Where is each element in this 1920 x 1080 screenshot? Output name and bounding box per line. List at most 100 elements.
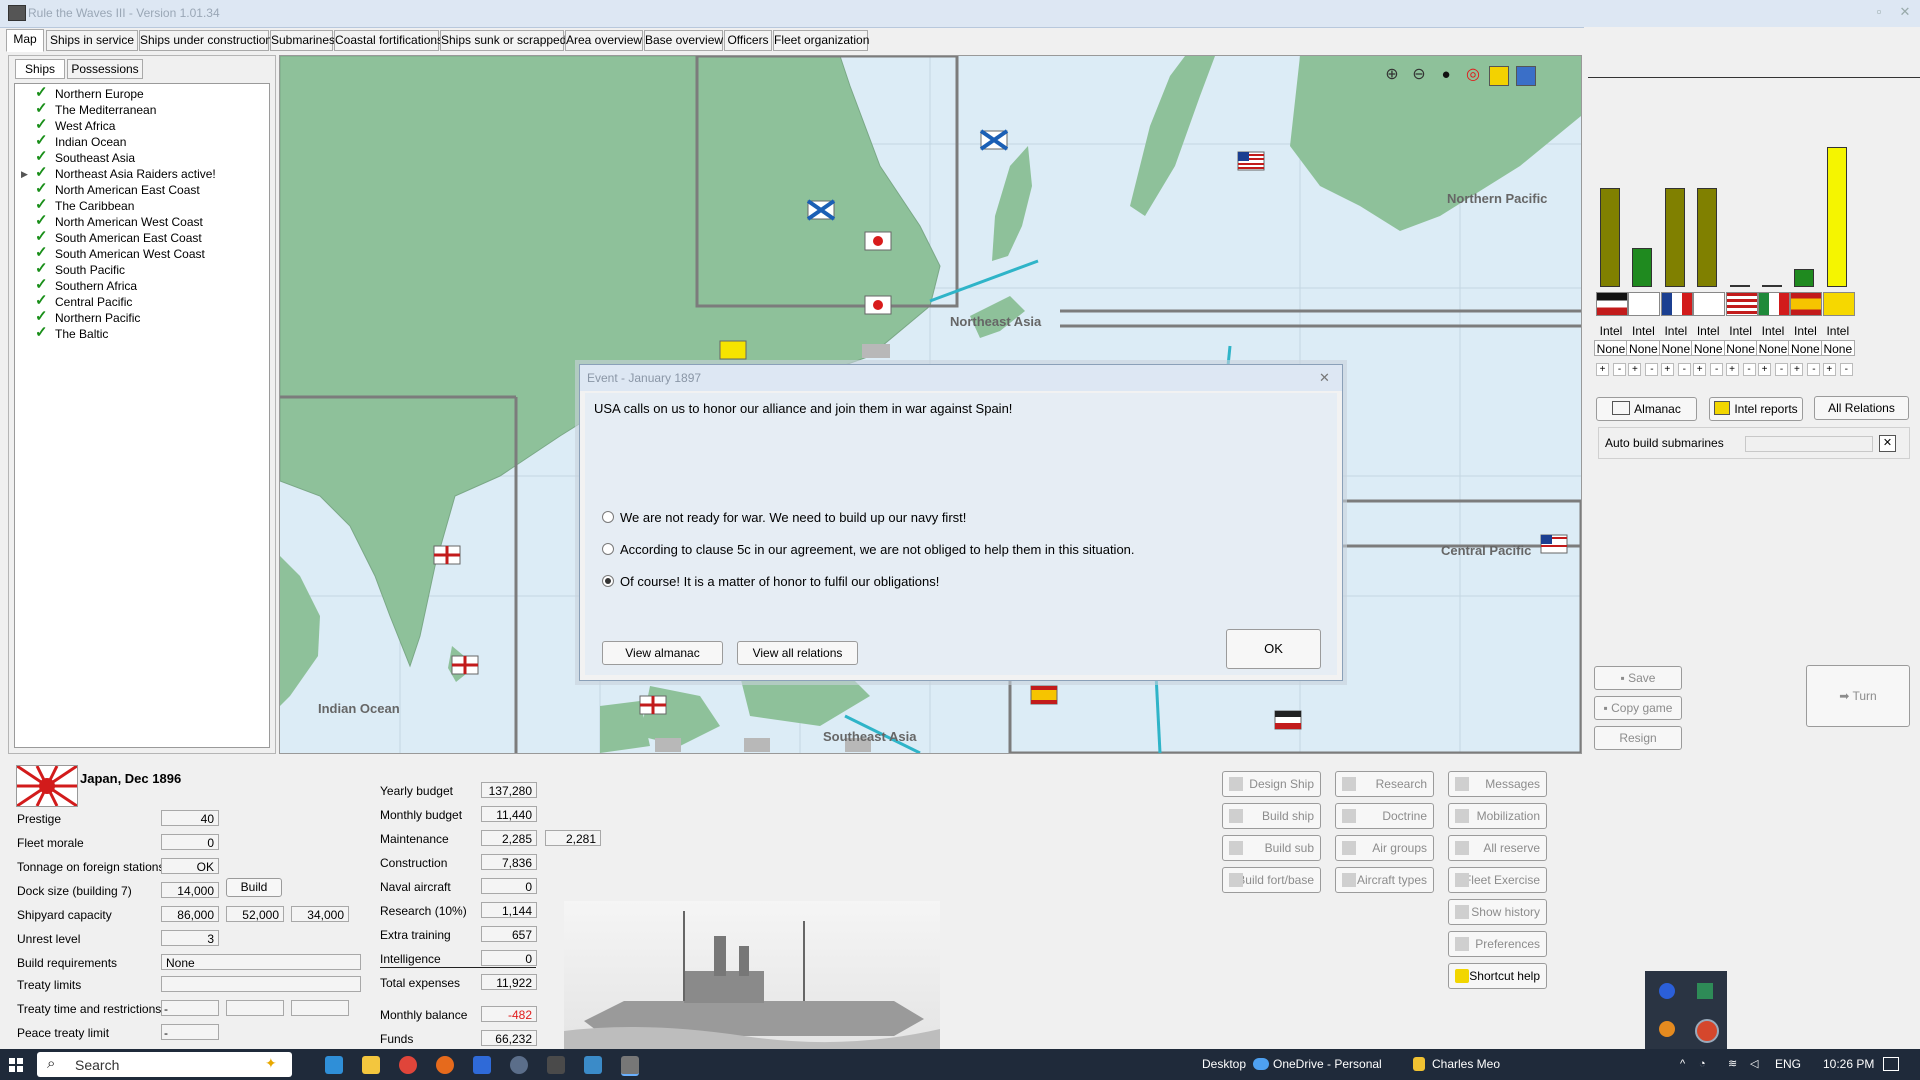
view-all-relations-button[interactable]: View all relations xyxy=(737,641,858,665)
almanac-button[interactable]: Almanac xyxy=(1596,397,1697,421)
region-item[interactable]: ✓ The Caribbean xyxy=(35,197,134,214)
chrome-icon[interactable] xyxy=(399,1056,417,1074)
build-fort-base-button[interactable]: Build fort/base xyxy=(1222,867,1321,893)
tab-ships-sunk[interactable]: Ships sunk or scrapped xyxy=(440,30,566,51)
region-item[interactable]: ✓ South Pacific xyxy=(35,261,125,278)
region-item[interactable]: ✓ Northern Pacific xyxy=(35,309,140,326)
check-icon[interactable]: ✓ xyxy=(35,229,49,244)
zoom-in-icon[interactable]: ⊕ xyxy=(1381,64,1403,86)
mobilization-button[interactable]: Mobilization xyxy=(1448,803,1547,829)
germany-flag-icon[interactable] xyxy=(1596,292,1628,316)
check-icon[interactable]: ✓ xyxy=(35,181,49,196)
all-reserve-button[interactable]: All reserve xyxy=(1448,835,1547,861)
region-item[interactable]: ✓ Northeast Asia Raiders active! xyxy=(35,165,216,182)
ok-button[interactable]: OK xyxy=(1226,629,1321,669)
check-icon[interactable]: ✓ xyxy=(35,245,49,260)
network-icon[interactable]: ◔ xyxy=(1699,1049,1706,1080)
tray-app-icon[interactable] xyxy=(1659,983,1675,999)
france-flag-icon[interactable] xyxy=(1660,292,1693,316)
report-icon[interactable] xyxy=(1516,66,1536,86)
tab-submarines[interactable]: Submarines xyxy=(270,30,335,51)
minus-button[interactable]: - xyxy=(1710,363,1724,376)
tray-color-icon[interactable] xyxy=(1695,1019,1719,1043)
restore-icon[interactable]: ▫ xyxy=(1870,4,1888,20)
aircraft-types-button[interactable]: Aircraft types xyxy=(1335,867,1434,893)
check-icon[interactable]: ✓ xyxy=(35,117,49,132)
region-item[interactable]: ✓ South American East Coast xyxy=(35,229,202,246)
tab-coastal-fortifications[interactable]: Coastal fortifications xyxy=(334,30,443,51)
preferences-button[interactable]: Preferences xyxy=(1448,931,1547,957)
app-icon-8[interactable] xyxy=(584,1056,602,1074)
build-sub-button[interactable]: Build sub xyxy=(1222,835,1321,861)
minus-button[interactable]: - xyxy=(1839,363,1853,376)
build-ship-button[interactable]: Build ship xyxy=(1222,803,1321,829)
check-icon[interactable]: ✓ xyxy=(35,133,49,148)
check-icon[interactable]: ✓ xyxy=(35,309,49,324)
plus-button[interactable]: + xyxy=(1790,363,1804,376)
app-icon-6[interactable] xyxy=(510,1056,528,1074)
show-history-button[interactable]: Show history xyxy=(1448,899,1547,925)
region-item[interactable]: ✓ Northern Europe xyxy=(35,85,144,102)
plus-button[interactable]: + xyxy=(1660,363,1674,376)
region-item[interactable]: ✓ South American West Coast xyxy=(35,245,205,262)
region-item[interactable]: ✓ North American East Coast xyxy=(35,181,200,198)
language-label[interactable]: ENG xyxy=(1775,1049,1801,1080)
region-item[interactable]: ✓ Southern Africa xyxy=(35,277,137,294)
usa-flag-icon[interactable] xyxy=(1725,292,1758,316)
clock-label[interactable]: 10:26 PM xyxy=(1823,1049,1874,1080)
tab-fleet-organization[interactable]: Fleet organization xyxy=(773,30,869,51)
minus-button[interactable]: - xyxy=(1742,363,1756,376)
target-icon[interactable]: ◎ xyxy=(1462,64,1484,86)
build-dock-button[interactable]: Build xyxy=(226,878,282,897)
dialog-close-icon[interactable]: ✕ xyxy=(1319,370,1330,386)
dropbox-icon[interactable] xyxy=(473,1056,491,1074)
minus-button[interactable]: - xyxy=(1645,363,1659,376)
check-icon[interactable]: ✓ xyxy=(35,85,49,100)
tab-area-overview[interactable]: Area overview xyxy=(565,30,643,51)
check-icon[interactable]: ✓ xyxy=(35,277,49,292)
tab-possessions[interactable]: Possessions xyxy=(67,59,143,79)
windows-start-icon[interactable] xyxy=(9,1058,23,1072)
region-item[interactable]: ✓ Indian Ocean xyxy=(35,133,126,150)
air-groups-button[interactable]: Air groups xyxy=(1335,835,1434,861)
rule-the-waves-taskbar-icon[interactable] xyxy=(621,1056,639,1076)
volume-icon[interactable]: ◁ xyxy=(1750,1049,1758,1080)
region-item[interactable]: ✓ The Mediterranean xyxy=(35,101,156,118)
all-relations-button[interactable]: All Relations xyxy=(1814,396,1909,420)
save-button[interactable]: ▪ Save xyxy=(1594,666,1682,690)
check-icon[interactable]: ✓ xyxy=(35,197,49,212)
taskbar-search-box[interactable]: ⌕ Search ✦ xyxy=(37,1052,292,1077)
tab-ships[interactable]: Ships xyxy=(15,59,65,79)
desktop-label[interactable]: Desktop xyxy=(1202,1049,1246,1080)
option-3-radio[interactable] xyxy=(602,575,614,587)
plus-button[interactable]: + xyxy=(1758,363,1771,376)
option-1-radio[interactable] xyxy=(602,511,614,523)
check-icon[interactable]: ✓ xyxy=(35,213,49,228)
check-icon[interactable]: ✓ xyxy=(35,149,49,164)
notification-icon[interactable] xyxy=(1883,1057,1899,1071)
turn-button[interactable]: ➡ Turn xyxy=(1806,665,1910,727)
region-item[interactable]: ✓ The Baltic xyxy=(35,325,108,342)
copilot-icon[interactable] xyxy=(325,1056,343,1074)
expand-icon[interactable]: ▶ xyxy=(21,169,28,180)
britain-flag-icon[interactable] xyxy=(1628,292,1661,316)
minus-button[interactable]: - xyxy=(1677,363,1691,376)
research-button[interactable]: Research xyxy=(1335,771,1434,797)
file-explorer-icon[interactable] xyxy=(362,1056,380,1074)
china-flag-icon[interactable] xyxy=(1822,292,1855,316)
check-icon[interactable]: ✓ xyxy=(35,325,49,340)
shield-icon[interactable] xyxy=(1697,983,1713,999)
oil-drop-icon[interactable]: ● xyxy=(1435,64,1457,86)
plus-button[interactable]: + xyxy=(1822,363,1836,376)
firefox-icon[interactable] xyxy=(436,1056,454,1074)
view-almanac-button[interactable]: View almanac xyxy=(602,641,723,665)
minus-button[interactable]: - xyxy=(1807,363,1821,376)
check-icon[interactable]: ✓ xyxy=(35,293,49,308)
option-2-radio[interactable] xyxy=(602,543,614,555)
region-item[interactable]: ✓ Southeast Asia xyxy=(35,149,135,166)
auto-build-close-icon[interactable]: ✕ xyxy=(1879,435,1896,452)
check-icon[interactable]: ✓ xyxy=(35,101,49,116)
messages-button[interactable]: Messages xyxy=(1448,771,1547,797)
design-ship-button[interactable]: Design Ship xyxy=(1222,771,1321,797)
onedrive-label[interactable]: OneDrive - Personal xyxy=(1273,1049,1382,1080)
